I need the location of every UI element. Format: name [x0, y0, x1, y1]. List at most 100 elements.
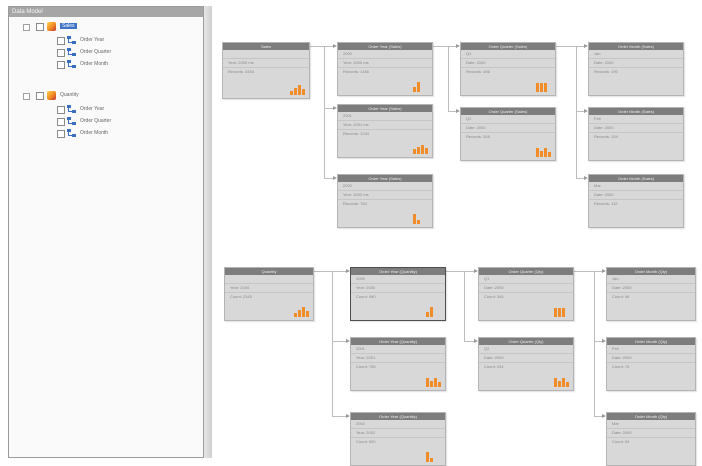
node-field: Date: 2000 [589, 124, 683, 133]
diagram-node[interactable]: Order Year (Sales) 2002 Year: 2002 ms Recor… [337, 174, 433, 228]
diagram-node[interactable]: Order Month (Sales) Feb Date: 2000 Records:… [588, 107, 684, 161]
connector-line [314, 271, 332, 272]
hierarchy-icon [67, 60, 76, 69]
mini-bar [434, 378, 437, 387]
diagram-node[interactable]: Order Month (Sales) Jan Date: 2000 Records:… [588, 42, 684, 96]
mini-bar-chart-icon [536, 147, 552, 157]
node-title: Order Year (Quantity) [351, 268, 445, 275]
connector-line [324, 178, 333, 179]
checkbox[interactable] [57, 106, 65, 114]
diagram-node[interactable]: Order Year (Quantity) 2002 Year: 2002 Count… [350, 412, 446, 466]
node-title: Order Month (Qty) [607, 338, 695, 345]
tree-node-hierarchy[interactable]: Order Quarter [9, 116, 199, 128]
node-field: Year: 2000 ms [338, 59, 432, 68]
node-title: Sales [223, 43, 309, 50]
hierarchy-icon [67, 48, 76, 57]
expand-toggle-icon[interactable] [23, 93, 30, 100]
connector-line [464, 271, 465, 342]
node-field: Date: 2000 [607, 284, 695, 293]
diagram-node[interactable]: Order Quarter (Sales) Q2 Date: 2000 Records… [460, 107, 556, 161]
mini-bar [426, 378, 429, 387]
node-field: Count: 980 [356, 294, 376, 299]
node-field: Records: 1456 [343, 69, 370, 74]
node-field: Count: 2345 [230, 294, 252, 299]
diagram-node[interactable]: Order Quarter (Sales) Q1 Date: 2000 Records… [460, 42, 556, 96]
diagram-node[interactable]: Order Year (Quantity) 2000 Year: 2000 Count… [350, 267, 446, 321]
mini-bar [302, 89, 305, 95]
connector-line [576, 178, 584, 179]
diagram-node[interactable]: Quantity Year: 2000 Count: 2345 [224, 267, 314, 321]
node-field: Count: 54 [612, 439, 630, 444]
checkbox[interactable] [36, 92, 44, 100]
connector-line [448, 111, 456, 112]
checkbox[interactable] [57, 61, 65, 69]
checkbox[interactable] [57, 37, 65, 45]
mini-bar-chart-icon [413, 82, 429, 92]
connector-line [464, 271, 474, 272]
mini-bar [302, 307, 305, 317]
diagram-node[interactable]: Order Year (Quantity) 2001 Year: 2001 Count… [350, 337, 446, 391]
mini-bar-chart-icon [426, 307, 442, 317]
mini-bar [417, 82, 420, 92]
node-field: Records: 1234 [343, 131, 370, 136]
connector-line [576, 46, 584, 47]
expand-toggle-icon[interactable] [23, 24, 30, 31]
diagram-node[interactable]: Order Year (Sales) 2001 Year: 2001 ms Recor… [337, 104, 433, 158]
tree-node-hierarchy[interactable]: Order Year [9, 104, 199, 116]
diagram-node[interactable]: Order Quarter (Qty) Q2 Date: 2000 Count: 23… [478, 337, 574, 391]
diagram-node[interactable]: Sales Year: 2000 ms Records: 3454 [222, 42, 310, 99]
mini-bar [562, 308, 565, 317]
checkbox[interactable] [36, 23, 44, 31]
tree-node-label: Quantity [60, 92, 79, 98]
node-field: Year: 2002 ms [338, 191, 432, 200]
connector-line [448, 46, 456, 47]
node-field: Q1 [479, 275, 573, 284]
node-field: Year: 2000 [225, 284, 313, 293]
mini-bar [426, 452, 429, 462]
node-field: Mar [589, 182, 683, 191]
tree-node-hierarchy[interactable]: Order Month [9, 128, 199, 140]
diagram-node[interactable]: Order Month (Sales) Mar Date: 2000 Records:… [588, 174, 684, 228]
tree-node-label: Order Year [80, 37, 105, 43]
node-title: Order Month (Qty) [607, 413, 695, 420]
mini-bar-chart-icon [294, 307, 310, 317]
panel-splitter[interactable] [204, 6, 212, 458]
node-field: 2000 [338, 50, 432, 59]
node-title: Order Year (Quantity) [351, 413, 445, 420]
mini-bar [426, 312, 429, 317]
connector-line [556, 46, 576, 47]
diagram-node[interactable]: Order Year (Sales) 2000 Year: 2000 ms Recor… [337, 42, 433, 96]
node-field: 2002 [351, 420, 445, 429]
connector-line [594, 341, 602, 342]
node-field: Q2 [461, 115, 555, 124]
node-field: Year: 2000 [351, 284, 445, 293]
diagram-node[interactable]: Order Month (Qty) Feb Date: 2000 Count: 76 [606, 337, 696, 391]
cube-icon [47, 22, 56, 31]
connector-line [574, 271, 594, 272]
tree-node-hierarchy[interactable]: Order Quarter [9, 47, 199, 59]
checkbox[interactable] [57, 130, 65, 138]
checkbox[interactable] [57, 118, 65, 126]
tree-node-cube[interactable]: Sales [9, 21, 199, 33]
node-field: 2001 [351, 345, 445, 354]
mini-bar [413, 149, 416, 154]
tree-node-hierarchy[interactable]: Order Year [9, 35, 199, 47]
cube-icon [47, 91, 56, 100]
mini-bar [430, 381, 433, 387]
node-field: Count: 98 [612, 294, 630, 299]
node-field: Q2 [479, 345, 573, 354]
tree-node-hierarchy[interactable]: Order Month [9, 59, 199, 71]
mini-bar-chart-icon [426, 452, 442, 462]
node-field: Date: 2000 [461, 124, 555, 133]
diagram-node[interactable]: Order Quarter (Qty) Q1 Date: 2000 Count: 34… [478, 267, 574, 321]
mini-bar-chart-icon [413, 144, 429, 154]
diagram-canvas[interactable]: Sales Year: 2000 ms Records: 3454 Order Yea… [212, 6, 696, 466]
diagram-node[interactable]: Order Month (Qty) Mar Date: 2000 Count: 54 [606, 412, 696, 466]
tree-node-cube[interactable]: Quantity [9, 90, 199, 102]
connector-line [324, 46, 333, 47]
tree-node-label: Order Quarter [80, 118, 112, 124]
node-title: Order Year (Sales) [338, 43, 432, 50]
mini-bar [438, 382, 441, 387]
checkbox[interactable] [57, 49, 65, 57]
diagram-node[interactable]: Order Month (Qty) Jan Date: 2000 Count: 98 [606, 267, 696, 321]
